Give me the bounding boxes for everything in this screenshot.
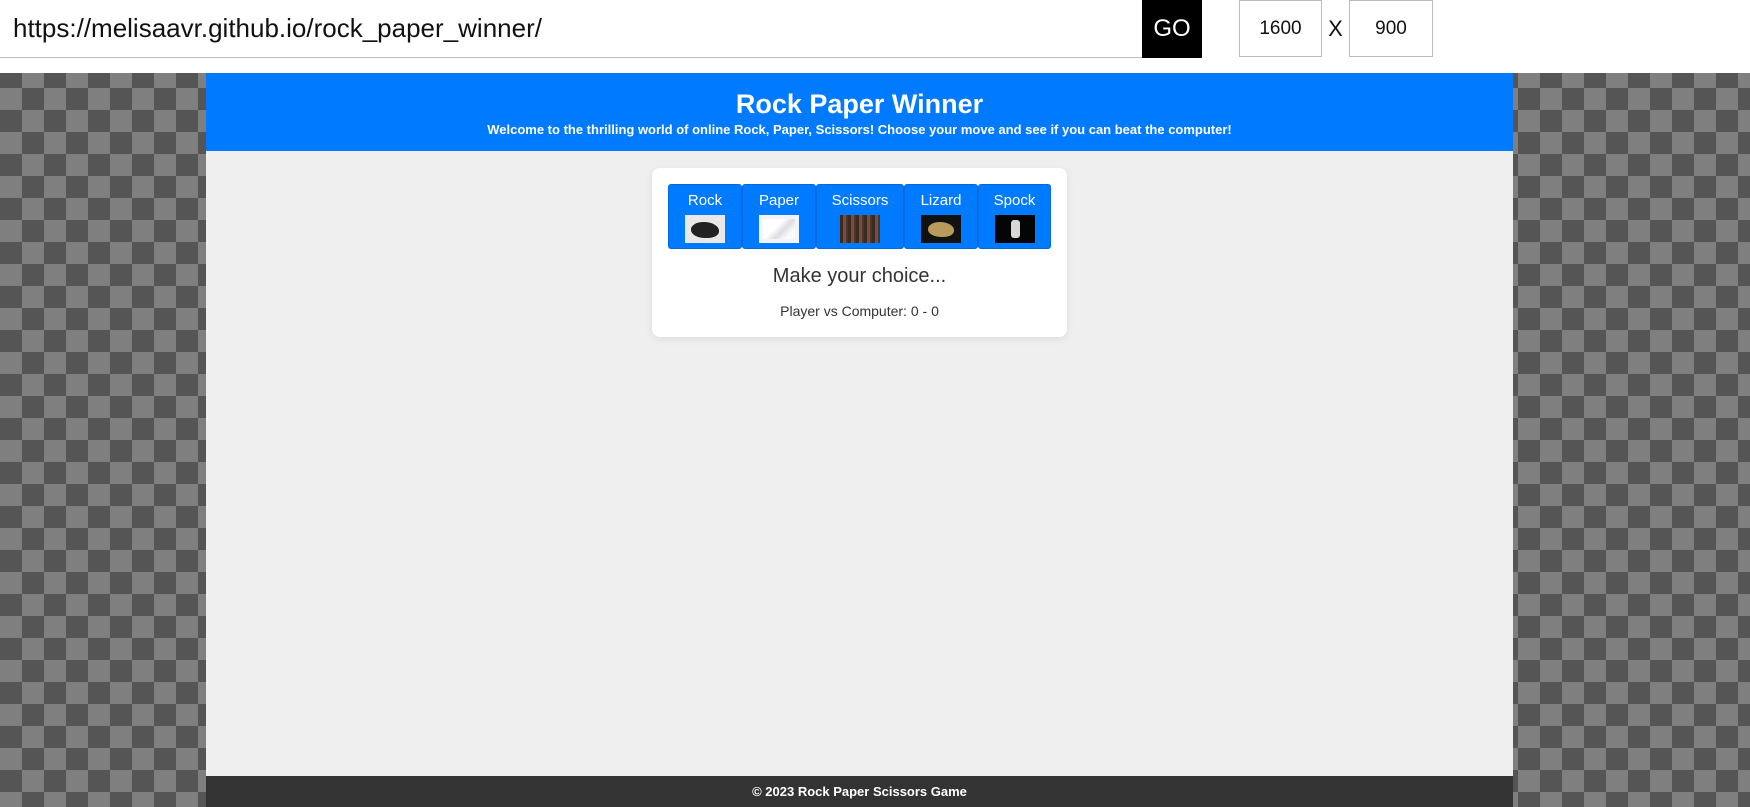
go-button[interactable]: GO (1142, 0, 1202, 58)
scissors-button[interactable]: Scissors (816, 184, 904, 249)
url-input[interactable] (0, 0, 1142, 58)
choice-label: Scissors (831, 192, 889, 209)
width-input[interactable] (1239, 0, 1322, 57)
site-footer: © 2023 Rock Paper Scissors Game (206, 776, 1513, 807)
score-display: Player vs Computer: 0 - 0 (780, 303, 939, 319)
choice-label: Paper (758, 192, 800, 209)
height-input[interactable] (1349, 0, 1433, 57)
page-title: Rock Paper Winner (735, 89, 984, 119)
page-subtitle: Welcome to the thrilling world of online… (487, 122, 1232, 137)
spock-hand-image (994, 215, 1035, 243)
choice-label: Spock (993, 192, 1036, 209)
paper-button[interactable]: Paper (742, 184, 816, 249)
lizard-image (921, 215, 961, 243)
page-viewport: Rock Paper Winner Welcome to the thrilli… (206, 73, 1513, 807)
choice-label: Lizard (920, 192, 962, 209)
result-message: Make your choice... (772, 265, 947, 287)
site-header: Rock Paper Winner Welcome to the thrilli… (206, 73, 1513, 151)
rock-image (685, 215, 725, 243)
paper-image (759, 215, 799, 243)
rock-button[interactable]: Rock (668, 184, 742, 249)
browser-toolbar: GO X (0, 0, 1750, 73)
choice-buttons: Rock Paper Scissors Lizard Spock (668, 184, 1051, 249)
dimension-separator: X (1328, 16, 1343, 41)
lizard-button[interactable]: Lizard (904, 184, 978, 249)
game-card: Rock Paper Scissors Lizard Spock Make yo… (652, 168, 1067, 337)
choice-label: Rock (687, 192, 723, 209)
spock-button[interactable]: Spock (978, 184, 1051, 249)
scissors-image (840, 215, 880, 243)
